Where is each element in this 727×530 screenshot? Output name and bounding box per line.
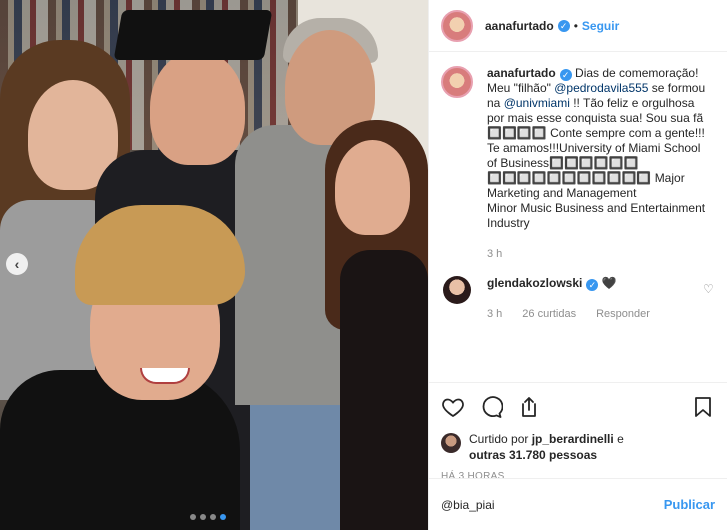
reply-button[interactable]: Responder — [596, 307, 650, 322]
avatar[interactable] — [441, 66, 473, 98]
likes-others[interactable]: outras 31.780 pessoas — [469, 448, 597, 462]
mention-link[interactable]: @univmiami — [504, 96, 570, 110]
heart-icon[interactable] — [441, 395, 465, 419]
add-comment-bar: @bia_piai Publicar — [429, 478, 727, 530]
comment-item: glendakozlowski ✓ 🖤 3 h 26 curtidas Respo… — [441, 276, 715, 322]
graduation-cap — [113, 10, 273, 60]
share-icon[interactable] — [517, 395, 541, 419]
carousel-dot — [210, 514, 216, 520]
comment-text: 🖤 — [601, 276, 617, 290]
heart-icon[interactable]: ♡ — [703, 282, 715, 296]
follow-button[interactable]: Seguir — [582, 19, 619, 33]
mention-link[interactable]: @pedrodavila555 — [554, 81, 648, 95]
comment-likes[interactable]: 26 curtidas — [522, 307, 576, 322]
post-panel: aanafurtado ✓ • Seguir aanafurtado ✓ Dias… — [428, 0, 727, 530]
liker-username[interactable]: jp_berardinelli — [532, 432, 614, 446]
post-header: aanafurtado ✓ • Seguir — [429, 0, 727, 52]
likes-prefix: Curtido por — [469, 432, 532, 446]
caption-time[interactable]: 3 h — [487, 247, 707, 262]
caption: aanafurtado ✓ Dias de comemoração! Meu "f… — [441, 66, 715, 262]
avatar[interactable] — [441, 433, 461, 453]
caption-body: aanafurtado ✓ Dias de comemoração! Meu "f… — [487, 66, 707, 262]
comment-username[interactable]: glendakozlowski — [487, 276, 582, 290]
carousel-dot-active — [220, 514, 226, 520]
person-body — [340, 250, 428, 530]
avatar[interactable] — [443, 276, 471, 304]
verified-icon: ✓ — [559, 69, 572, 81]
caption-text: !! Tão feliz e orgulhosa por mais esse c… — [487, 96, 705, 200]
carousel-dot — [200, 514, 206, 520]
comment-time[interactable]: 3 h — [487, 307, 502, 322]
likes-summary: Curtido por jp_berardinelli e outras 31.… — [441, 431, 715, 463]
person-hair — [75, 205, 245, 305]
likes-text: Curtido por jp_berardinelli e outras 31.… — [469, 431, 624, 463]
caption-username[interactable]: aanafurtado — [487, 66, 556, 80]
header-username[interactable]: aanafurtado — [485, 19, 554, 33]
comments-list[interactable]: aanafurtado ✓ Dias de comemoração! Meu "f… — [441, 66, 715, 376]
action-icons — [441, 393, 715, 421]
verified-icon: ✓ — [557, 19, 570, 32]
likes-middle: e — [613, 432, 624, 446]
graduate-face — [150, 50, 245, 165]
header-separator: • — [573, 18, 578, 33]
caption-text: Minor Music Business and Entertainment I… — [487, 201, 706, 230]
verified-icon: ✓ — [586, 279, 599, 291]
comment-body: glendakozlowski ✓ 🖤 3 h 26 curtidas Respo… — [487, 276, 697, 322]
bookmark-icon[interactable] — [691, 395, 715, 419]
person-face — [335, 140, 410, 235]
comment-input[interactable]: @bia_piai — [441, 498, 664, 512]
chevron-left-icon[interactable]: ‹ — [6, 253, 28, 275]
post-actions: Curtido por jp_berardinelli e outras 31.… — [429, 382, 727, 482]
avatar[interactable] — [441, 9, 473, 42]
comment-icon[interactable] — [479, 395, 503, 419]
publish-button[interactable]: Publicar — [664, 497, 715, 512]
carousel-dot — [190, 514, 196, 520]
carousel-dots — [190, 514, 226, 520]
comment-meta: 3 h 26 curtidas Responder — [487, 307, 697, 322]
post-photo[interactable]: ‹ — [0, 0, 428, 530]
